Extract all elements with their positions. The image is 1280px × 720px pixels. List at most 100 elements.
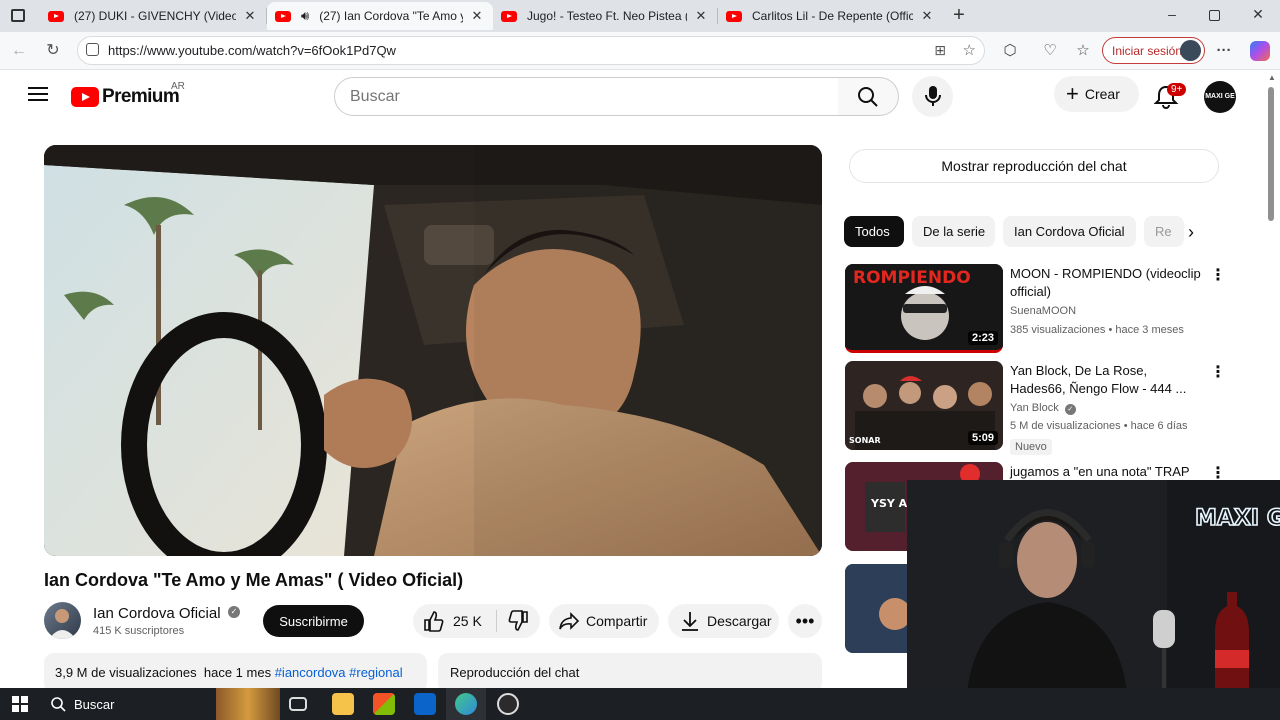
show-chat-replay-button[interactable]: Mostrar reproducción del chat [849,149,1219,183]
tab-carlitos-lil[interactable]: Carlitos Lil - De Repente (Official Vide… [718,2,943,30]
back-button[interactable]: ← [7,40,31,62]
create-label: Crear [1084,86,1120,102]
like-dislike-group: 25 K [413,604,540,638]
task-view-icon[interactable] [289,697,307,711]
channel-avatar[interactable] [44,602,81,639]
favorite-star-icon[interactable]: ☆ [963,41,976,59]
signin-button[interactable]: Iniciar sesión [1102,37,1205,64]
settings-more-icon[interactable]: ··· [1212,39,1236,63]
youtube-favicon-icon [275,10,291,22]
favorites-icon[interactable]: ☆ [1071,39,1095,63]
taskbar-search-label: Buscar [74,696,115,712]
close-tab-icon[interactable]: ✕ [469,8,485,24]
windows-start-icon[interactable] [12,696,28,712]
close-tab-icon[interactable]: ✕ [693,8,709,24]
hashtags[interactable]: #iancordova #regional [275,665,403,680]
download-button[interactable]: Descargar [668,604,779,638]
app-available-icon[interactable]: ⊞ [934,42,946,59]
description-box[interactable]: 3,9 M de visualizaciones hace 1 mes #ian… [44,653,427,693]
recommendation-channel[interactable]: Yan Block ✓ [1010,402,1076,415]
close-tab-icon[interactable]: ✕ [919,8,935,24]
more-actions-button[interactable]: ••• [788,604,822,638]
maximize-button[interactable] [1209,10,1220,21]
chip-todos[interactable]: Todos [844,216,904,247]
video-duration: 2:23 [967,331,998,345]
browser-toolbar: ← ↻ https://www.youtube.com/watch?v=6fOo… [0,32,1280,70]
chip-de-la-serie[interactable]: De la serie [912,216,995,247]
share-button[interactable]: Compartir [549,604,659,638]
voice-search-button[interactable] [912,76,953,117]
share-label: Compartir [586,613,648,629]
youtube-premium-logo[interactable]: Premium AR [71,81,185,107]
tab-actions-icon[interactable] [11,9,25,22]
tab-title: Carlitos Lil - De Repente (Official Vide… [752,9,913,23]
active-app-indicator [446,688,486,720]
subscribe-button[interactable]: Suscribirme [263,605,364,637]
obs-studio-icon[interactable] [497,693,519,715]
thumbs-down-icon[interactable] [507,610,529,632]
browser-essentials-icon[interactable]: ♡ [1038,39,1062,63]
close-window-button[interactable]: ✕ [1248,6,1268,26]
site-info-icon[interactable] [86,43,99,56]
recommendation-title[interactable]: MOON - ROMPIENDO (videoclip official) [1010,265,1202,301]
video-title: Ian Cordova "Te Amo y Me Amas" ( Video O… [44,570,464,590]
search-placeholder: Buscar [350,87,400,105]
search-input[interactable]: Buscar [334,77,839,116]
upload-age: hace 1 mes [203,665,272,680]
like-count[interactable]: 25 K [453,613,482,629]
tab-ian-cordova[interactable]: 🔊︎ (27) Ian Cordova "Te Amo y Me Amas" ✕ [267,2,493,30]
chip-partial[interactable]: Re [1144,216,1184,247]
tab-duki[interactable]: (27) DUKI - GIVENCHY (Video Oficial) ✕ [40,2,266,30]
recommendation-title[interactable]: jugamos a "en una nota" TRAP [1010,463,1202,481]
search-icon [51,697,66,712]
scrollbar-thumb[interactable] [1268,87,1274,221]
create-button[interactable]: + Crear [1054,76,1139,112]
thumbnail-text: ROMPIENDO [853,268,971,288]
thumbnail-text: YSY A [870,497,908,510]
search-button[interactable] [838,77,899,116]
refresh-button[interactable]: ↻ [41,40,65,62]
recommendation-stats: 385 visualizaciones • hace 3 meses [1010,324,1184,336]
file-explorer-icon[interactable] [332,693,354,715]
plus-icon: + [1066,81,1079,106]
chat-replay-panel[interactable]: Reproducción del chat [438,653,822,693]
video-frame [44,145,822,556]
webcam-image: MAXI GE [907,480,1280,692]
youtube-logo-icon [71,87,99,107]
video-player[interactable] [44,145,822,556]
minimize-button[interactable]: – [1160,6,1184,26]
extensions-icon[interactable]: ⬡ [998,39,1022,63]
thumbs-up-icon[interactable] [423,610,445,632]
close-tab-icon[interactable]: ✕ [242,8,258,24]
new-badge: Nuevo [1010,439,1052,455]
outlook-icon[interactable] [414,693,436,715]
recommendation-stats: 5 M de visualizaciones • hace 6 días [1010,420,1188,432]
account-avatar[interactable]: MAXI GE [1204,81,1236,113]
youtube-favicon-icon [501,10,517,22]
more-vertical-icon[interactable]: ⋮ [1210,362,1226,382]
taskbar-search[interactable]: Buscar [40,688,280,720]
new-tab-button[interactable]: + [949,4,969,26]
address-bar[interactable]: https://www.youtube.com/watch?v=6fOok1Pd… [77,36,985,65]
chip-channel[interactable]: Ian Cordova Oficial [1003,216,1136,247]
chevron-right-icon[interactable]: › [1188,222,1194,243]
tab-jugo[interactable]: Jugo! - Testeo Ft. Neo Pistea (Video Ofi… [493,2,717,30]
recommendation-channel[interactable]: SuenaMOON [1010,305,1076,317]
scroll-up-arrow-icon[interactable]: ▲ [1268,73,1276,82]
recommendation-thumbnail[interactable]: SONAR 5:09 [845,361,1003,450]
menu-icon[interactable] [26,83,50,107]
more-vertical-icon[interactable]: ⋮ [1210,265,1226,285]
verified-icon: ✓ [1064,404,1076,415]
verified-icon: ✓ [228,606,240,618]
recommendation-thumbnail[interactable]: ROMPIENDO 2:23 [845,264,1003,353]
profile-avatar [1180,40,1201,61]
channel-name[interactable]: Ian Cordova Oficial [93,605,221,622]
speaker-icon[interactable]: 🔊︎ [301,8,309,24]
microphone-icon [925,86,941,106]
recommendation-title[interactable]: Yan Block, De La Rose, Hades66, Ñengo Fl… [1010,362,1202,398]
share-icon [559,612,580,630]
microsoft-store-icon[interactable] [373,693,395,715]
copilot-icon[interactable] [1250,41,1270,61]
youtube-favicon-icon [726,10,742,22]
chat-replay-label: Reproducción del chat [450,665,580,680]
